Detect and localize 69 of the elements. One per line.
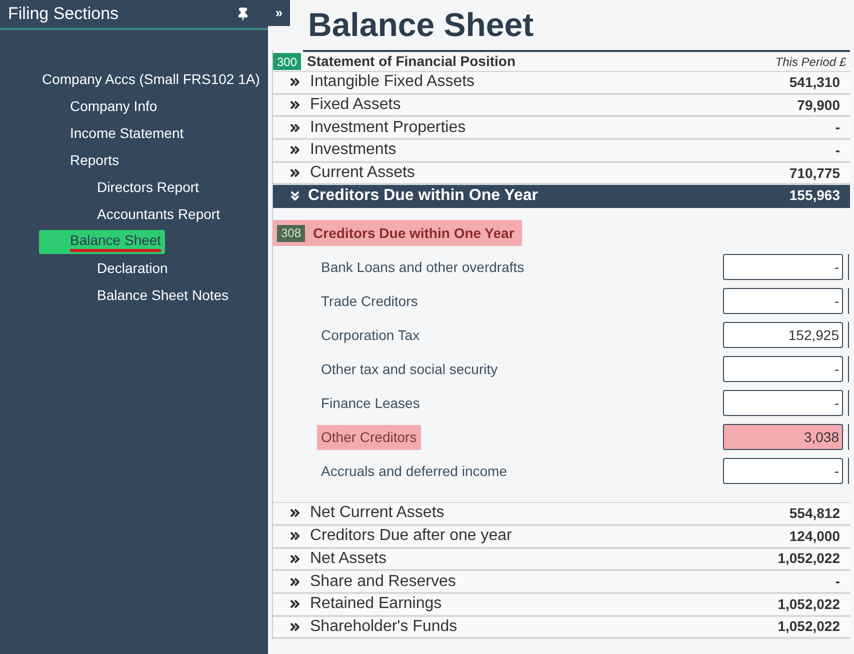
section-title: Statement of Financial Position xyxy=(307,52,516,71)
balance-row[interactable]: Creditors Due within One Year 155,963 xyxy=(273,185,850,208)
collapse-button[interactable]: » xyxy=(268,0,290,26)
column-header: This Period £ xyxy=(775,54,846,70)
amount-field[interactable]: - xyxy=(723,288,843,314)
row-label: Creditors Due after one year xyxy=(310,526,512,546)
row-value: 710,775 xyxy=(789,164,840,183)
row-value: 541,310 xyxy=(789,72,840,92)
row-label: Investment Properties xyxy=(310,118,466,138)
amount-field[interactable]: - xyxy=(723,458,843,484)
balance-row[interactable]: Intangible Fixed Assets 541,310 xyxy=(273,72,850,95)
row-value: - xyxy=(835,118,840,138)
pin-icon[interactable] xyxy=(236,7,250,21)
sidebar-item[interactable]: Directors Report xyxy=(97,177,199,198)
item-label: Finance Leases xyxy=(320,394,421,413)
row-label: Net Assets xyxy=(310,548,386,569)
row-value: 1,052,022 xyxy=(778,549,840,568)
row-label: Investments xyxy=(310,140,396,160)
detail-title: Creditors Due within One Year xyxy=(313,224,514,243)
sidebar-item[interactable]: Company Accs (Small FRS102 1A) xyxy=(42,69,260,90)
section-badge: 300 xyxy=(273,53,302,70)
row-label: Creditors Due within One Year xyxy=(308,186,538,206)
row-label: Shareholder's Funds xyxy=(310,616,458,637)
row-value: 124,000 xyxy=(789,526,840,546)
item-label: Bank Loans and other overdrafts xyxy=(320,258,526,277)
sidebar-item[interactable]: Company Info xyxy=(70,96,158,117)
amount-field[interactable]: 152,925 xyxy=(723,322,843,348)
row-value: - xyxy=(835,140,840,160)
balance-row[interactable]: Current Assets 710,775 xyxy=(273,162,850,186)
row-label: Share and Reserves xyxy=(310,572,456,592)
row-value: 1,052,022 xyxy=(778,617,840,636)
row-value: 155,963 xyxy=(789,186,840,206)
balance-row[interactable]: Retained Earnings 1,052,022 xyxy=(273,594,850,617)
sidebar-item[interactable]: Income Statement xyxy=(70,123,184,144)
amount-field[interactable]: - xyxy=(723,356,843,382)
sidebar-item[interactable]: Reports xyxy=(70,150,120,171)
balance-row[interactable]: Net Assets 1,052,022 xyxy=(273,548,850,572)
sidebar-title: Filing Sections xyxy=(8,3,119,26)
balance-row[interactable]: Net Current Assets 554,812 xyxy=(273,503,850,526)
amount-field[interactable]: 3,038 xyxy=(723,424,843,450)
detail-badge: 308 xyxy=(277,224,306,242)
row-value: 79,900 xyxy=(797,96,840,115)
row-value: 554,812 xyxy=(789,504,840,523)
amount-field[interactable]: - xyxy=(723,254,843,280)
sidebar-item[interactable]: Accountants Report xyxy=(97,204,220,225)
row-label: Current Assets xyxy=(310,163,415,184)
balance-row[interactable]: Fixed Assets 79,900 xyxy=(273,94,850,118)
balance-row[interactable]: Investment Properties - xyxy=(273,117,850,140)
sidebar-item[interactable]: Declaration xyxy=(97,258,168,279)
item-label: Accruals and deferred income xyxy=(320,462,508,481)
item-label: Other tax and social security xyxy=(320,360,499,379)
row-label: Intangible Fixed Assets xyxy=(310,72,475,92)
item-label: Corporation Tax xyxy=(320,326,421,345)
balance-row[interactable]: Share and Reserves - xyxy=(273,571,850,594)
balance-row[interactable]: Creditors Due after one year 124,000 xyxy=(273,526,850,548)
amount-field[interactable]: - xyxy=(723,390,843,416)
balance-row[interactable]: Shareholder's Funds 1,052,022 xyxy=(273,616,850,640)
item-label: Other Creditors xyxy=(317,424,421,450)
chevrons-down-icon xyxy=(288,188,302,203)
sidebar-item[interactable]: Balance Sheet xyxy=(39,230,166,254)
balance-row[interactable]: Investments - xyxy=(273,140,850,163)
row-value: - xyxy=(835,572,840,592)
sidebar-item[interactable]: Balance Sheet Notes xyxy=(97,285,229,306)
item-label: Trade Creditors xyxy=(320,292,419,311)
row-value: 1,052,022 xyxy=(778,594,840,614)
row-label: Retained Earnings xyxy=(310,594,442,614)
row-label: Fixed Assets xyxy=(310,95,401,116)
row-label: Net Current Assets xyxy=(310,503,444,524)
page-title: Balance Sheet xyxy=(308,5,534,45)
